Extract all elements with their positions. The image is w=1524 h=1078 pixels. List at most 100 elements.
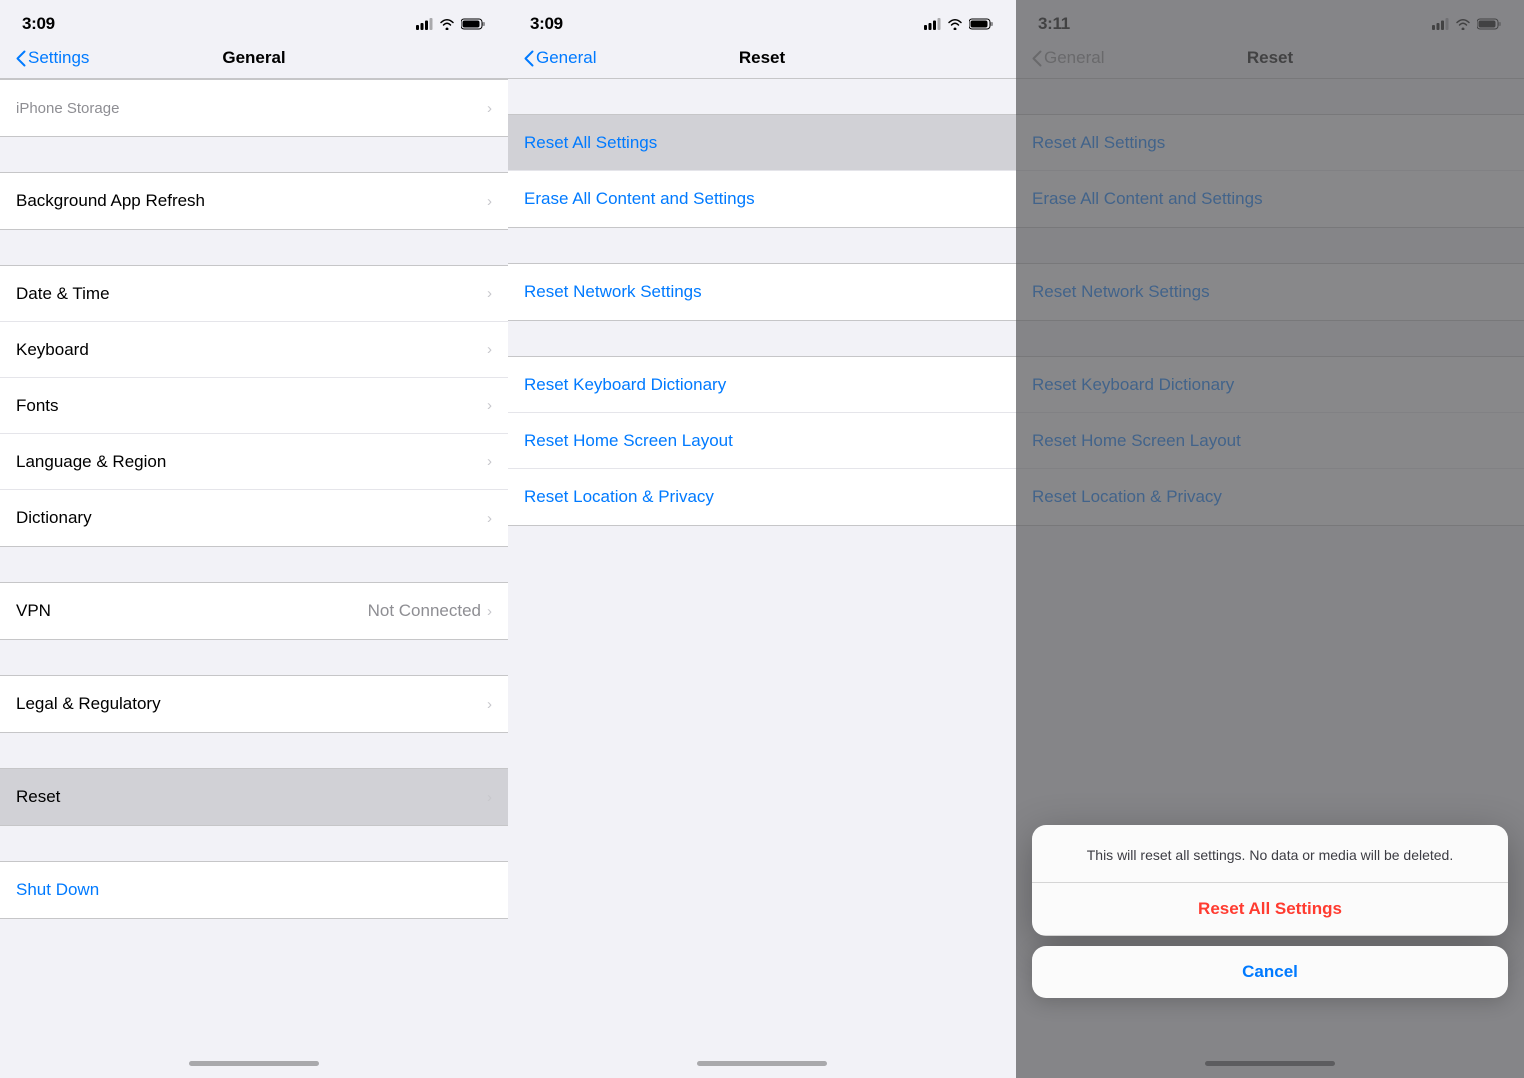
status-icons-3 (1432, 18, 1502, 30)
status-time-3: 3:11 (1038, 14, 1070, 34)
row-right-iphone-storage: › (487, 100, 492, 117)
section-group-legal: Legal & Regulatory › (0, 675, 508, 733)
status-time-1: 3:09 (22, 14, 55, 34)
row-label-iphone-storage: iPhone Storage (16, 100, 119, 117)
row-keyboard[interactable]: Keyboard › (0, 322, 508, 378)
chevron-dictionary: › (487, 510, 492, 527)
panel-2-reset: 3:09 General Reset (508, 0, 1016, 1078)
back-chevron-icon-3 (1032, 50, 1042, 67)
row-fonts[interactable]: Fonts › (0, 378, 508, 434)
row-label-vpn: VPN (16, 601, 51, 621)
dialog-box: This will reset all settings. No data or… (1032, 825, 1508, 936)
reset-group-keyboard-p3: Reset Keyboard Dictionary Reset Home Scr… (1016, 356, 1524, 526)
row-label-background: Background App Refresh (16, 191, 205, 211)
back-chevron-icon-1 (16, 50, 26, 67)
row-erase-p2[interactable]: Erase All Content and Settings (508, 171, 1016, 227)
label-home-screen-p2: Reset Home Screen Layout (524, 431, 733, 451)
spacer-p3-1 (1016, 228, 1524, 263)
label-keyboard-dict-p2: Reset Keyboard Dictionary (524, 375, 726, 395)
reset-group-keyboard-p2: Reset Keyboard Dictionary Reset Home Scr… (508, 356, 1016, 526)
spacer-2 (0, 230, 508, 265)
back-button-2[interactable]: General (524, 48, 596, 68)
row-shutdown[interactable]: Shut Down (0, 862, 508, 918)
row-keyboard-dict-p2[interactable]: Reset Keyboard Dictionary (508, 357, 1016, 413)
chevron-iphone-storage: › (487, 100, 492, 117)
home-indicator-2 (508, 1048, 1016, 1078)
status-bar-1: 3:09 (0, 0, 508, 40)
row-label-legal: Legal & Regulatory (16, 694, 161, 714)
reset-group-network-p2: Reset Network Settings (508, 263, 1016, 321)
row-label-fonts: Fonts (16, 396, 59, 416)
back-chevron-icon-2 (524, 50, 534, 67)
battery-icon-2 (969, 18, 994, 30)
row-right-date-time: › (487, 285, 492, 302)
row-legal[interactable]: Legal & Regulatory › (0, 676, 508, 732)
home-bar-3 (1205, 1061, 1335, 1066)
row-date-time[interactable]: Date & Time › (0, 266, 508, 322)
signal-icon-2 (924, 18, 941, 30)
row-label-shutdown: Shut Down (16, 880, 99, 900)
row-right-reset: › (487, 789, 492, 806)
row-keyboard-dict-p3: Reset Keyboard Dictionary (1016, 357, 1524, 413)
spacer-p3-2 (1016, 321, 1524, 356)
label-reset-all-p2: Reset All Settings (524, 133, 657, 153)
reset-group-network-p3: Reset Network Settings (1016, 263, 1524, 321)
battery-icon (461, 18, 486, 30)
section-group-main: iPhone Storage › (0, 79, 508, 137)
dialog-cancel-button[interactable]: Cancel (1032, 946, 1508, 998)
label-location-p3: Reset Location & Privacy (1032, 487, 1222, 507)
back-label-3: General (1044, 48, 1104, 68)
section-group-2: Background App Refresh › (0, 172, 508, 230)
row-dictionary[interactable]: Dictionary › (0, 490, 508, 546)
row-network-p2[interactable]: Reset Network Settings (508, 264, 1016, 320)
row-right-dictionary: › (487, 510, 492, 527)
row-value-vpn: Not Connected (368, 601, 481, 621)
nav-bar-1: Settings General (0, 40, 508, 79)
battery-icon-3 (1477, 18, 1502, 30)
row-reset[interactable]: Reset › (0, 769, 508, 825)
label-home-screen-p3: Reset Home Screen Layout (1032, 431, 1241, 451)
home-bar-1 (189, 1061, 319, 1066)
chevron-date-time: › (487, 285, 492, 302)
reset-list-2: Reset All Settings Erase All Content and… (508, 114, 1016, 1048)
status-icons-1 (416, 18, 486, 30)
row-network-p3: Reset Network Settings (1016, 264, 1524, 320)
chevron-background: › (487, 193, 492, 210)
dialog-action-button[interactable]: Reset All Settings (1032, 883, 1508, 936)
dialog-overlay: This will reset all settings. No data or… (1032, 825, 1508, 998)
nav-title-2: Reset (739, 48, 785, 68)
row-iphone-storage[interactable]: iPhone Storage › (0, 80, 508, 136)
row-background-app-refresh[interactable]: Background App Refresh › (0, 173, 508, 229)
row-right-keyboard: › (487, 341, 492, 358)
label-location-p2: Reset Location & Privacy (524, 487, 714, 507)
home-indicator-1 (0, 1048, 508, 1078)
signal-icon (416, 18, 433, 30)
status-bar-3: 3:11 (1016, 0, 1524, 40)
home-bar-2 (697, 1061, 827, 1066)
label-erase-p2: Erase All Content and Settings (524, 189, 755, 209)
row-vpn[interactable]: VPN Not Connected › (0, 583, 508, 639)
spacer-3 (0, 547, 508, 582)
dialog-message: This will reset all settings. No data or… (1032, 825, 1508, 883)
bottom-spacer-1 (0, 919, 508, 1019)
spacer-p2-2 (508, 321, 1016, 356)
row-home-screen-p2[interactable]: Reset Home Screen Layout (508, 413, 1016, 469)
row-language[interactable]: Language & Region › (0, 434, 508, 490)
row-location-p2[interactable]: Reset Location & Privacy (508, 469, 1016, 525)
spacer-p3-top (1016, 79, 1524, 114)
signal-icon-3 (1432, 18, 1449, 30)
chevron-fonts: › (487, 397, 492, 414)
section-group-reset: Reset › (0, 768, 508, 826)
spacer-5 (0, 733, 508, 768)
status-time-2: 3:09 (530, 14, 563, 34)
row-label-reset: Reset (16, 787, 60, 807)
panel-3-background-content: 3:11 (1016, 0, 1524, 526)
home-indicator-3 (1016, 1048, 1524, 1078)
label-network-p3: Reset Network Settings (1032, 282, 1210, 302)
back-label-2: General (536, 48, 596, 68)
back-button-1[interactable]: Settings (16, 48, 89, 68)
settings-list-1: iPhone Storage › Background App Refresh … (0, 79, 508, 1048)
label-erase-p3: Erase All Content and Settings (1032, 189, 1263, 209)
row-reset-all-p2[interactable]: Reset All Settings (508, 115, 1016, 171)
row-label-dictionary: Dictionary (16, 508, 92, 528)
